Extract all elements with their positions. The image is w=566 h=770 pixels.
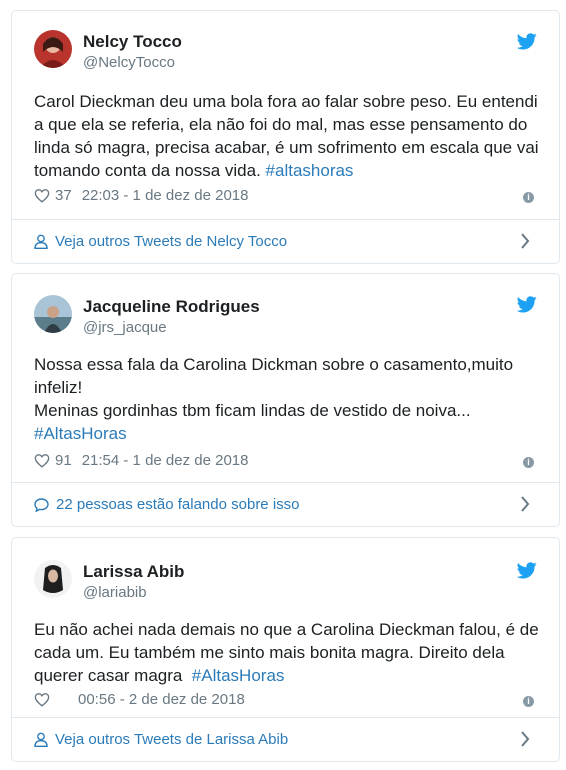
footer-label[interactable]: 22 pessoas estão falando sobre isso (56, 496, 300, 513)
twitter-bird-icon[interactable] (517, 33, 537, 50)
footer-link[interactable]: 22 pessoas estão falando sobre isso (12, 482, 559, 526)
chevron-right-icon[interactable] (520, 731, 530, 747)
tweet-text: Carol Dieckman deu uma bola fora ao fala… (34, 90, 539, 182)
author-name[interactable]: Larissa Abib (83, 562, 184, 582)
tweet-text: Eu não achei nada demais no que a Caroli… (34, 618, 539, 687)
author-handle[interactable]: @lariabib (83, 584, 147, 601)
footer-label[interactable]: Veja outros Tweets de Nelcy Tocco (55, 233, 287, 250)
heart-icon[interactable] (34, 453, 50, 468)
footer-link[interactable]: Veja outros Tweets de Larissa Abib (12, 717, 559, 761)
person-icon (34, 234, 48, 249)
info-icon[interactable]: i (523, 192, 534, 203)
tweet-card-3: Larissa Abib @lariabib Eu não achei nada… (11, 537, 560, 762)
timestamp[interactable]: 21:54 - 1 de dez de 2018 (82, 452, 249, 469)
tweet-card-2: Jacqueline Rodrigues @jrs_jacque Nossa e… (11, 273, 560, 527)
tweet-meta: 91 21:54 - 1 de dez de 2018 (34, 452, 249, 469)
footer-link[interactable]: Veja outros Tweets de Nelcy Tocco (12, 219, 559, 263)
tweet-body: Nelcy Tocco @NelcyTocco Carol Dieckman d… (12, 11, 559, 219)
speech-bubble-icon (34, 497, 49, 512)
like-count: 91 (55, 452, 72, 469)
heart-icon[interactable] (34, 692, 50, 707)
author-name[interactable]: Nelcy Tocco (83, 32, 182, 52)
avatar[interactable] (34, 560, 72, 598)
tweet-card-1: Nelcy Tocco @NelcyTocco Carol Dieckman d… (11, 10, 560, 264)
author-handle[interactable]: @jrs_jacque (83, 319, 167, 336)
hashtag-link[interactable]: #AltasHoras (192, 666, 285, 685)
info-icon[interactable]: i (523, 457, 534, 468)
tweet-text: Nossa essa fala da Carolina Dickman sobr… (34, 353, 539, 445)
hashtag-link[interactable]: #altashoras (266, 161, 354, 180)
person-icon (34, 732, 48, 747)
timestamp[interactable]: 00:56 - 2 de dez de 2018 (78, 691, 245, 708)
tweet-meta: 37 22:03 - 1 de dez de 2018 (34, 187, 249, 204)
tweet-body: Larissa Abib @lariabib Eu não achei nada… (12, 538, 559, 717)
info-icon[interactable]: i (523, 696, 534, 707)
like-count: 37 (55, 187, 72, 204)
heart-icon[interactable] (34, 188, 50, 203)
chevron-right-icon[interactable] (520, 496, 530, 512)
avatar[interactable] (34, 30, 72, 68)
tweet-text-body: Nossa essa fala da Carolina Dickman sobr… (34, 355, 514, 420)
footer-label[interactable]: Veja outros Tweets de Larissa Abib (55, 731, 288, 748)
tweet-body: Jacqueline Rodrigues @jrs_jacque Nossa e… (12, 274, 559, 482)
timestamp[interactable]: 22:03 - 1 de dez de 2018 (82, 187, 249, 204)
hashtag-link[interactable]: #AltasHoras (34, 424, 127, 443)
tweet-meta: 00:56 - 2 de dez de 2018 (34, 691, 245, 708)
author-name[interactable]: Jacqueline Rodrigues (83, 297, 260, 317)
tweet-text-body: Eu não achei nada demais no que a Caroli… (34, 620, 544, 685)
avatar[interactable] (34, 295, 72, 333)
chevron-right-icon[interactable] (520, 233, 530, 249)
author-handle[interactable]: @NelcyTocco (83, 54, 175, 71)
twitter-bird-icon[interactable] (517, 562, 537, 579)
twitter-bird-icon[interactable] (517, 296, 537, 313)
